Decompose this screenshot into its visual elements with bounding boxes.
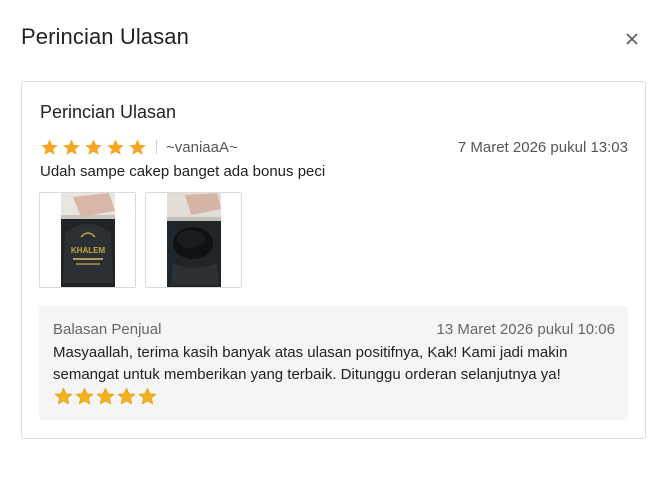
rating-stars [40,138,147,157]
star-emoji-icon [75,388,94,405]
seller-reply-emoji-stars [54,387,157,406]
product-photo-image: KHALEM [60,193,115,287]
review-card-title: Perincian Ulasan [40,102,177,122]
review-photos: KHALEM [39,192,242,288]
star-icon [107,138,124,155]
star-icon [129,138,146,155]
review-detail-modal: Perincian Ulasan Perincian Ulasan ~vania… [0,0,671,503]
close-icon[interactable] [625,32,639,46]
star-emoji-icon [54,388,73,405]
star-emoji-icon [117,388,136,405]
review-card: Perincian Ulasan ~vaniaaA~ 7 Maret 2026 … [21,81,646,439]
review-date: 7 Maret 2026 pukul 13:03 [457,138,628,156]
seller-reply: Balasan Penjual 13 Maret 2026 pukul 10:0… [39,306,628,420]
close-button[interactable] [622,29,642,49]
seller-reply-text: Masyaallah, terima kasih banyak atas ula… [53,344,568,383]
product-photo-image [166,193,221,287]
star-icon [85,138,102,155]
reviewer-username: ~vaniaaA~ [166,138,238,156]
divider [156,140,157,154]
star-icon [63,138,80,155]
seller-reply-date: 13 Maret 2026 pukul 10:06 [436,321,615,338]
star-icon [41,138,58,155]
star-emoji-icon [96,388,115,405]
modal-title: Perincian Ulasan [21,24,189,49]
review-comment: Udah sampe cakep banget ada bonus peci [40,163,326,180]
rating-row: ~vaniaaA~ 7 Maret 2026 pukul 13:03 [40,137,628,157]
star-emoji-icon [138,388,157,405]
photo-logo-text: KHALEM [70,246,105,255]
review-photo-2[interactable] [145,192,242,288]
seller-reply-label: Balasan Penjual [53,321,162,338]
review-photo-1[interactable]: KHALEM [39,192,136,288]
